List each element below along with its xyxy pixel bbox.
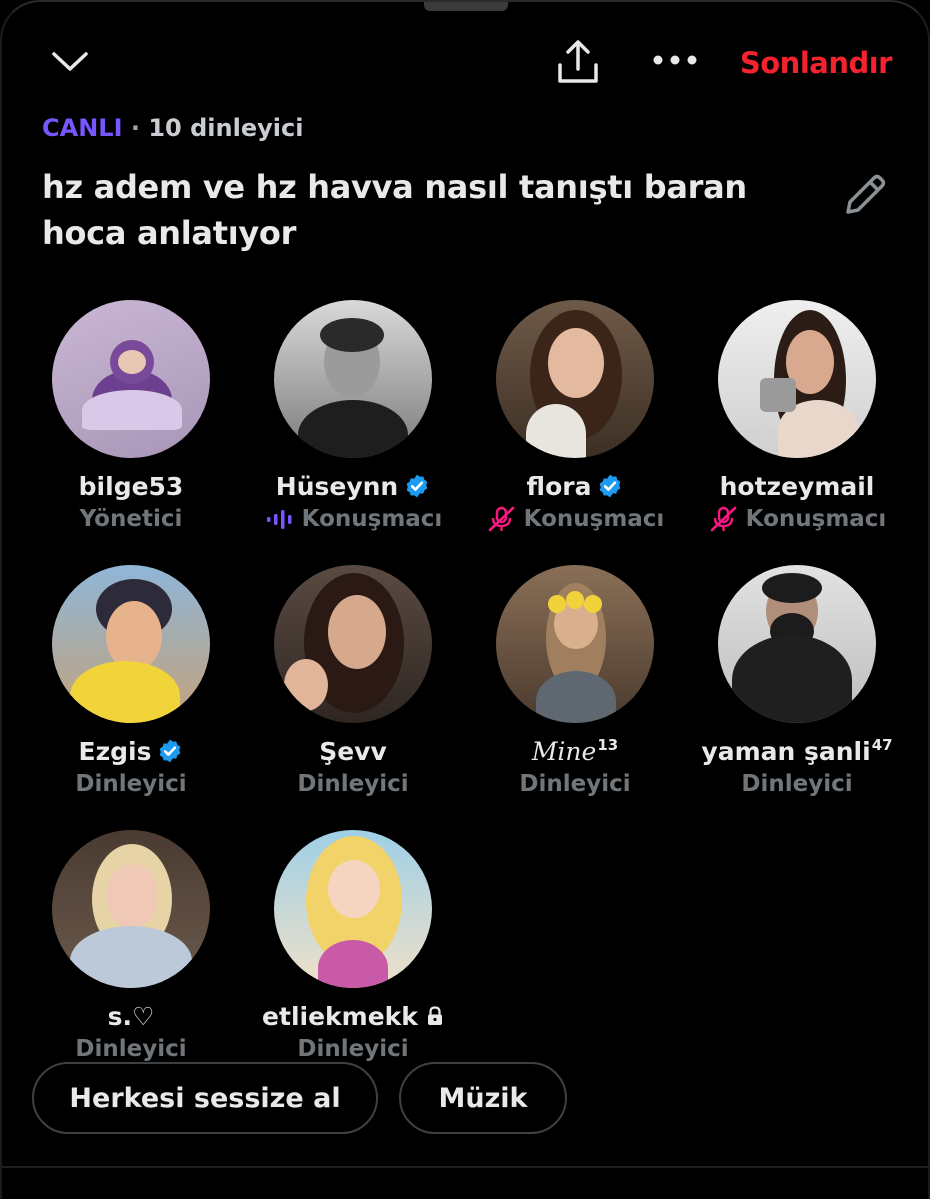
listener-count: 10 dinleyici — [148, 114, 304, 142]
space-sheet: Sonlandır CANLI · 10 dinleyici hz adem v… — [0, 0, 930, 1199]
avatar — [718, 300, 876, 458]
participant-etliekmekk[interactable]: etliekmekk Dinleyici — [242, 830, 464, 1064]
sheet-grabber[interactable] — [424, 2, 508, 11]
participant-bilge53[interactable]: bilge53 Yönetici — [20, 300, 242, 534]
participant-role: Dinleyici — [519, 771, 631, 797]
participant-role: Konuşmacı — [301, 506, 443, 532]
participant-role: Dinleyici — [297, 1036, 409, 1062]
participant-name: Ezgis — [78, 736, 152, 766]
avatar — [274, 830, 432, 988]
participant-name: bilge53 — [78, 471, 184, 501]
pencil-icon[interactable] — [840, 170, 890, 220]
separator: · — [130, 114, 140, 142]
more-icon[interactable] — [648, 42, 702, 78]
space-title: hz adem ve hz havva nasıl tanıştı baran … — [42, 168, 747, 252]
participant-role: Yönetici — [79, 506, 183, 532]
verified-badge-icon — [600, 474, 621, 498]
participant-name: etliekmekk — [262, 1001, 418, 1031]
participant-name: hotzeymail — [719, 471, 875, 501]
avatar — [496, 565, 654, 723]
participant-yaman-sanli[interactable]: yaman şanli 47 Dinleyici — [686, 565, 908, 799]
participant-ezgis[interactable]: Ezgis Dinleyici — [20, 565, 242, 799]
participant-name: Hüseynn — [275, 471, 399, 501]
mic-off-icon — [488, 506, 514, 532]
participant-name: Mine — [531, 736, 597, 766]
chevron-down-icon[interactable] — [46, 42, 94, 82]
live-badge: CANLI — [42, 114, 123, 142]
participant-mine[interactable]: Mine 13 Dinleyici — [464, 565, 686, 799]
participant-role: Dinleyici — [741, 771, 853, 797]
avatar — [496, 300, 654, 458]
avatar — [52, 300, 210, 458]
mute-all-button[interactable]: Herkesi sessize al — [32, 1062, 378, 1134]
avatar — [274, 300, 432, 458]
verified-badge-icon — [160, 739, 181, 763]
participant-huseynn[interactable]: Hüseynn Konuşmacı — [242, 300, 464, 534]
participant-name: yaman şanli — [701, 736, 871, 766]
participant-name-superscript: 13 — [597, 736, 619, 754]
lock-icon — [427, 1006, 442, 1025]
avatar — [718, 565, 876, 723]
participant-name-superscript: 47 — [871, 736, 893, 754]
participant-role: Konuşmacı — [745, 506, 887, 532]
speaking-wave-icon — [266, 510, 292, 529]
participant-name: Şevv — [319, 736, 387, 766]
verified-badge-icon — [406, 474, 428, 498]
top-bar: Sonlandır — [2, 32, 930, 92]
avatar — [274, 565, 432, 723]
live-status: CANLI · 10 dinleyici — [42, 114, 303, 142]
participant-role: Konuşmacı — [523, 506, 665, 532]
participant-role: Dinleyici — [75, 1036, 187, 1062]
divider — [2, 1166, 930, 1168]
avatar — [52, 565, 210, 723]
music-button[interactable]: Müzik — [399, 1062, 567, 1134]
participant-role: Dinleyici — [75, 771, 187, 797]
avatar — [52, 830, 210, 988]
participant-sevv[interactable]: Şevv Dinleyici — [242, 565, 464, 799]
participant-hotzeymail[interactable]: hotzeymail Konuşmacı — [686, 300, 908, 534]
participant-name: flora — [526, 471, 592, 501]
participant-s[interactable]: s.♡ Dinleyici — [20, 830, 242, 1064]
share-icon[interactable] — [550, 34, 606, 88]
mic-off-icon — [710, 506, 736, 532]
participant-role: Dinleyici — [297, 771, 409, 797]
participant-name: s.♡ — [107, 1001, 155, 1031]
end-space-button[interactable]: Sonlandır — [740, 46, 893, 80]
participant-flora[interactable]: flora Konuşmacı — [464, 300, 686, 534]
